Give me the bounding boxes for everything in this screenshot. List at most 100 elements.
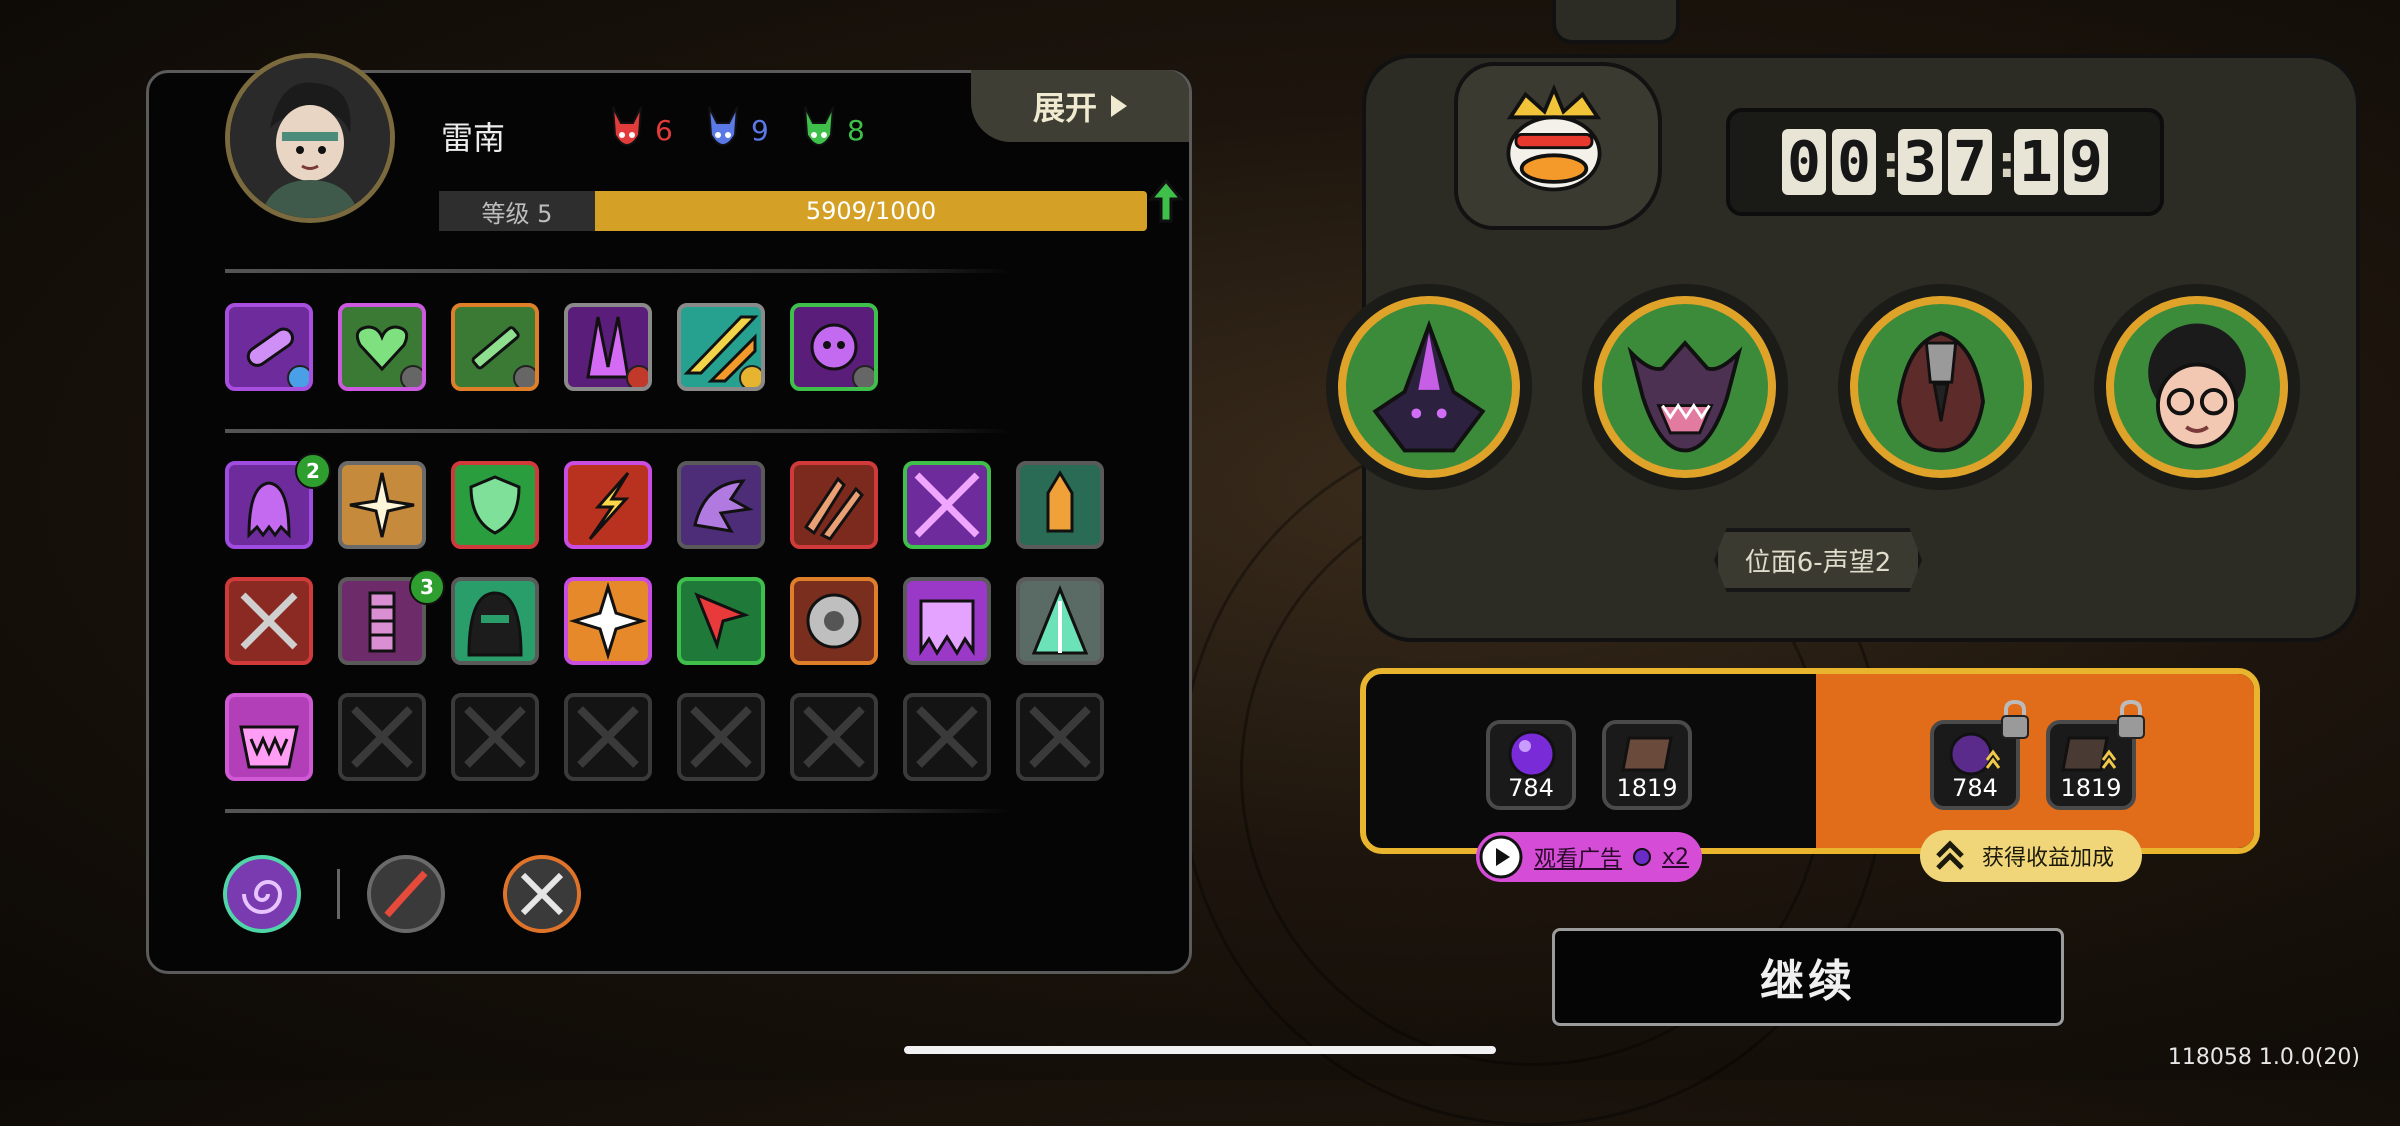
hero-portrait[interactable] xyxy=(225,53,395,223)
hero-avatar-icon xyxy=(230,58,390,218)
skill-slot[interactable] xyxy=(564,461,652,549)
arrow-badge-icon xyxy=(739,365,761,387)
divider xyxy=(225,429,1011,433)
skill-slot[interactable] xyxy=(903,577,991,665)
skill-slot[interactable] xyxy=(677,577,765,665)
watch-ad-button[interactable]: 观看广告 x2 xyxy=(1476,832,1702,882)
timer-separator: : xyxy=(1998,136,2016,188)
skill-count-badge: 2 xyxy=(295,453,331,489)
equipment-slot[interactable] xyxy=(790,303,878,391)
skill-slot[interactable] xyxy=(338,461,426,549)
skill-slot[interactable] xyxy=(225,577,313,665)
red-claws-icon xyxy=(803,476,864,541)
reward-count: 1819 xyxy=(1616,774,1678,802)
skill-slot[interactable] xyxy=(790,461,878,549)
red-arrow-cursor-icon xyxy=(694,592,750,650)
reward-item[interactable]: 784 xyxy=(1486,720,1576,810)
resource-green-count: 8 xyxy=(847,113,865,147)
ability-slot[interactable] xyxy=(223,855,301,933)
empty-skill-slot[interactable] xyxy=(338,693,426,781)
watch-ad-multiplier: x2 xyxy=(1662,844,1690,870)
reward-count: 1819 xyxy=(2060,774,2122,802)
purple-slime-icon xyxy=(919,599,975,656)
skill-slot[interactable] xyxy=(225,693,313,781)
crossed-arrows-icon xyxy=(914,472,980,538)
emblem-box xyxy=(1454,62,1662,230)
shield-badge-icon xyxy=(513,365,535,387)
skill-count-badge: 3 xyxy=(409,569,445,605)
empty-skill-slot[interactable] xyxy=(903,693,991,781)
empty-skill-slot[interactable] xyxy=(790,693,878,781)
crack-explosion-icon xyxy=(349,472,415,538)
skill-slot[interactable] xyxy=(564,577,652,665)
empty-skill-slot[interactable] xyxy=(1016,693,1104,781)
equipment-slot[interactable] xyxy=(677,303,765,391)
equipment-slot[interactable] xyxy=(338,303,426,391)
ability-slot[interactable] xyxy=(503,855,581,933)
red-horned-mask-icon xyxy=(612,106,642,146)
stage-label: 位面6-声望2 xyxy=(1714,528,1922,592)
plus-badge-icon xyxy=(287,365,309,387)
reward-count: 784 xyxy=(1508,774,1554,802)
empty-skill-slot[interactable] xyxy=(677,693,765,781)
version-text: 118058 1.0.0(20) xyxy=(2167,1045,2360,1070)
timer-digit: 0 xyxy=(1832,129,1876,195)
flame-badge-icon xyxy=(626,365,648,387)
pink-demon-maw-icon xyxy=(239,725,299,769)
spiral-vortex-icon xyxy=(242,880,283,914)
level-label: 等级 5 xyxy=(439,191,595,231)
purple-orb-icon xyxy=(1633,848,1652,866)
play-video-icon xyxy=(1479,835,1523,879)
empty-x-icon xyxy=(577,706,639,768)
party-member-slot[interactable] xyxy=(1326,284,1532,490)
empty-x-icon xyxy=(916,706,978,768)
resource-red: 6 xyxy=(609,105,673,155)
spark-burst-icon xyxy=(568,581,648,661)
divider xyxy=(225,809,1011,813)
empty-x-icon xyxy=(1029,706,1091,768)
empty-skill-slot[interactable] xyxy=(451,693,539,781)
empty-x-icon xyxy=(464,706,526,768)
skill-slot[interactable] xyxy=(1016,461,1104,549)
skill-slot[interactable] xyxy=(1016,577,1104,665)
purple-beast-icon xyxy=(693,479,754,533)
get-bonus-button[interactable]: 获得收益加成 xyxy=(1920,830,2142,882)
timer-digit: 1 xyxy=(2014,129,2058,195)
party-member-slot[interactable] xyxy=(1838,284,2044,490)
timer-digit: 7 xyxy=(1948,129,1992,195)
reward-item[interactable]: 1819 xyxy=(1602,720,1692,810)
equipment-slot[interactable] xyxy=(451,303,539,391)
skill-slot[interactable] xyxy=(790,577,878,665)
ability-slot[interactable] xyxy=(367,855,445,933)
home-indicator[interactable] xyxy=(904,1046,1496,1054)
equipment-slot[interactable] xyxy=(225,303,313,391)
hooded-bird-portrait xyxy=(1897,331,1985,453)
skill-slot[interactable] xyxy=(903,461,991,549)
timer-digit: 0 xyxy=(1782,129,1826,195)
blue-horned-mask-icon xyxy=(708,106,738,146)
ability-separator xyxy=(337,869,340,919)
empty-x-icon xyxy=(351,706,413,768)
empty-skill-slot[interactable] xyxy=(564,693,652,781)
skill-slot[interactable] xyxy=(677,461,765,549)
equipment-slot[interactable] xyxy=(564,303,652,391)
watch-ad-label: 观看广告 xyxy=(1534,847,1623,872)
expand-button[interactable]: 展开 xyxy=(971,70,1189,142)
play-triangle-icon xyxy=(1111,95,1127,117)
green-horned-mask-icon xyxy=(804,106,834,146)
party-member-slot[interactable] xyxy=(1582,284,1788,490)
expand-button-label: 展开 xyxy=(1032,89,1097,127)
level-up-arrow-icon[interactable] xyxy=(1149,179,1183,223)
skill-slot[interactable] xyxy=(451,461,539,549)
curly-hair-glasses-portrait xyxy=(2148,323,2246,449)
continue-button[interactable]: 继续 xyxy=(1552,928,2064,1026)
swirl-badge-icon xyxy=(852,365,874,387)
timer-digit: 3 xyxy=(1898,129,1942,195)
party-member-slot[interactable] xyxy=(2094,284,2300,490)
double-chevron-up-icon xyxy=(1936,840,1964,870)
horned-demon-portrait xyxy=(1627,340,1743,453)
machine-top-knob xyxy=(1552,0,1680,44)
cloaked-spear-icon xyxy=(1031,585,1089,655)
skill-slot[interactable] xyxy=(451,577,539,665)
hooded-assassin-icon xyxy=(467,591,523,657)
